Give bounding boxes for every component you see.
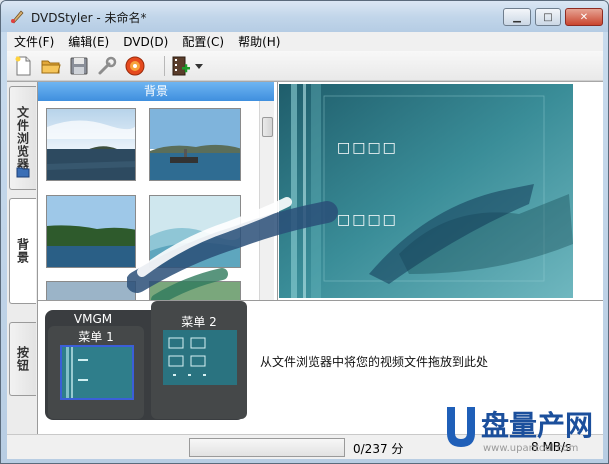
menu-config[interactable]: 配置(C) (175, 33, 231, 50)
menu-card-1[interactable]: 菜单 1 (48, 326, 144, 419)
tab-buttons[interactable]: 按钮 (9, 322, 36, 396)
close-icon: ✕ (579, 11, 589, 23)
menu-card-label: 菜单 2 (181, 315, 217, 329)
scribble-overlay (127, 197, 338, 306)
maximize-button[interactable]: □ (535, 8, 561, 26)
dvdstyler-app-icon (11, 10, 24, 24)
background-thumbnail[interactable] (46, 281, 136, 300)
menu-1-preview-image (62, 347, 132, 398)
preview-button-top[interactable]: □□□□ (337, 140, 398, 156)
harbor-ship-image (150, 109, 240, 180)
vmgm-label: VMGM (73, 312, 113, 326)
open-folder-icon[interactable] (40, 55, 62, 77)
title-bar[interactable]: DVDStyler - 未命名* ▁ □ ✕ (1, 1, 608, 32)
toolbar-separator (164, 56, 165, 76)
menu-bar: 文件(F) 编辑(E) DVD(D) 配置(C) 帮助(H) (7, 32, 603, 51)
toolbar (7, 51, 603, 81)
menu-2-thumbnail[interactable] (163, 330, 237, 385)
watermark-url: www.upantool.com (483, 443, 578, 454)
watermark-text: 盘量产网 (481, 409, 593, 442)
main-content: 文件浏览器 背景 按钮 背景 □□□□ □□□□ VMGM 菜单 1 菜单 2 … (7, 81, 603, 435)
file-browser-icon (16, 167, 30, 178)
u-logo-icon: 盘量产网 www.upantool.com (447, 407, 593, 454)
menu-1-thumbnail[interactable] (60, 345, 134, 400)
minimize-icon: ▁ (513, 11, 521, 23)
menu-dvd[interactable]: DVD(D) (116, 35, 175, 49)
drop-video-hint: 从文件浏览器中将您的视频文件拖放到此处 (260, 355, 489, 369)
menu-edit[interactable]: 编辑(E) (61, 33, 116, 50)
disc-usage-progress (189, 438, 345, 457)
maximize-icon: □ (543, 11, 553, 23)
burn-disc-icon[interactable] (124, 55, 146, 77)
side-tabs: 文件浏览器 背景 按钮 (7, 82, 38, 435)
duration-text: 0/237 分 (353, 442, 404, 456)
browser-header: 背景 (38, 82, 274, 101)
tab-file-browser-label: 文件浏览器 (15, 105, 30, 171)
app-window: DVDStyler - 未命名* ▁ □ ✕ 文件(F) 编辑(E) DVD(D… (0, 0, 609, 464)
dropdown-arrow-icon[interactable] (193, 55, 205, 77)
menu-card-label: 菜单 1 (78, 330, 114, 344)
vmgm-group: VMGM 菜单 1 菜单 2 (45, 301, 247, 420)
save-icon[interactable] (68, 55, 90, 77)
close-button[interactable]: ✕ (565, 8, 603, 26)
tab-buttons-label: 按钮 (15, 346, 30, 372)
settings-wrench-icon[interactable] (96, 55, 118, 77)
minimize-button[interactable]: ▁ (503, 8, 531, 26)
background-thumbnail[interactable] (46, 108, 136, 181)
window-title: DVDStyler - 未命名* (31, 11, 147, 25)
watermark-logo: 盘量产网 www.upantool.com (439, 401, 608, 463)
menu-card-2[interactable]: 菜单 2 (151, 301, 247, 419)
menu-file[interactable]: 文件(F) (7, 33, 61, 50)
scrollbar-thumb[interactable] (262, 117, 273, 137)
menu-2-preview-image (163, 330, 237, 385)
new-file-icon[interactable] (12, 55, 34, 77)
menu-help[interactable]: 帮助(H) (231, 33, 287, 50)
background-thumbnail[interactable] (149, 108, 241, 181)
tab-backgrounds-label: 背景 (15, 238, 30, 264)
sea-island-image (47, 109, 135, 180)
add-title-icon[interactable] (170, 55, 192, 77)
tab-backgrounds[interactable]: 背景 (9, 198, 36, 304)
partial-thumbnail-image (47, 282, 135, 300)
lake-forest-image (47, 196, 135, 267)
background-thumbnail[interactable] (46, 195, 136, 268)
